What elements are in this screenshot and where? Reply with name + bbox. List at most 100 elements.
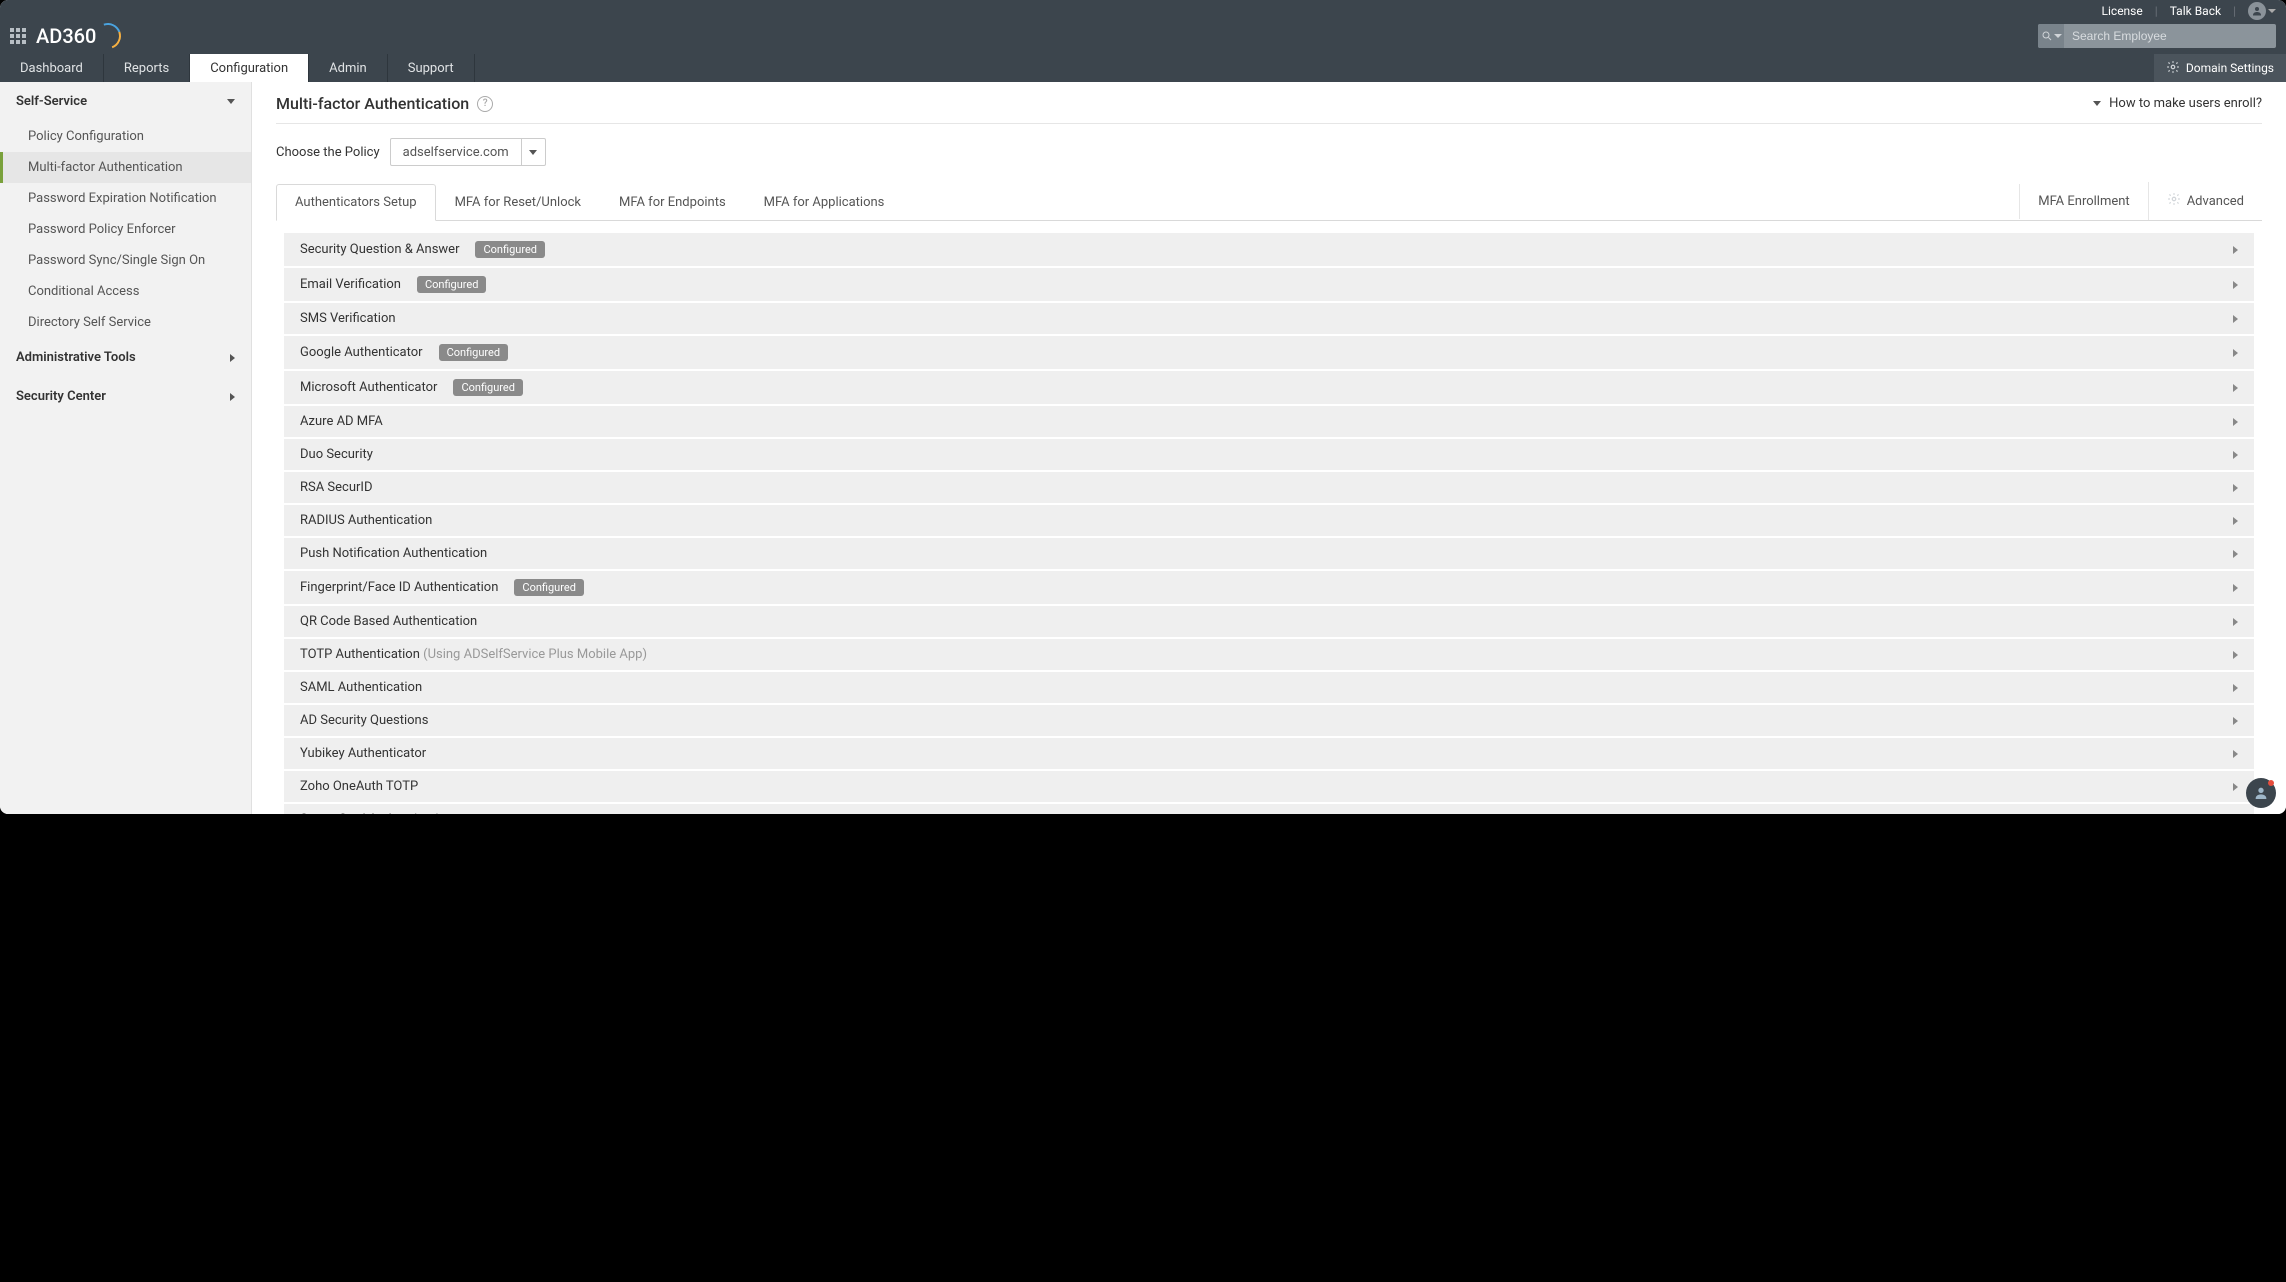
chevron-right-icon [2233,717,2238,725]
authenticator-label: Zoho OneAuth TOTP [300,779,418,794]
search-box[interactable] [2038,24,2276,48]
chevron-right-icon [230,393,235,401]
chevron-down-icon [227,99,235,104]
sidebar-item-policy-configuration[interactable]: Policy Configuration [0,121,251,152]
enroll-help-link[interactable]: How to make users enroll? [2093,96,2262,111]
authenticator-row[interactable]: Smart Card Authentication [284,804,2254,814]
policy-value: adselfservice.com [391,145,521,160]
right-tab-mfa-enrollment[interactable]: MFA Enrollment [2019,184,2147,219]
authenticator-row[interactable]: Duo Security [284,439,2254,470]
authenticator-label: Push Notification Authentication [300,546,487,561]
authenticator-row[interactable]: Push Notification Authentication [284,538,2254,569]
talkback-link[interactable]: Talk Back [2170,4,2221,18]
configured-badge: Configured [514,579,584,596]
authenticator-row[interactable]: SAML Authentication [284,672,2254,703]
sub-tab-mfa-for-applications[interactable]: MFA for Applications [745,184,904,221]
search-input[interactable] [2064,29,2276,43]
sub-tab-authenticators-setup[interactable]: Authenticators Setup [276,184,436,221]
authenticator-row[interactable]: AD Security Questions [284,705,2254,736]
configured-badge: Configured [439,344,509,361]
chevron-down-icon [2268,9,2276,13]
authenticator-row[interactable]: Email Verification Configured [284,268,2254,301]
sidebar-item-multi-factor-authentication[interactable]: Multi-factor Authentication [0,152,251,183]
authenticator-label: AD Security Questions [300,713,428,728]
chevron-down-icon [2054,34,2062,38]
sub-tab-mfa-for-reset-unlock[interactable]: MFA for Reset/Unlock [436,184,600,221]
configured-badge: Configured [417,276,487,293]
domain-settings-button[interactable]: Domain Settings [2154,54,2286,82]
configured-badge: Configured [475,241,545,258]
chevron-right-icon [2233,651,2238,659]
sidebar-section-self-service[interactable]: Self-Service [0,82,251,121]
search-icon[interactable] [2038,24,2064,48]
chevron-right-icon [2233,618,2238,626]
authenticator-row[interactable]: SMS Verification [284,303,2254,334]
authenticator-label: SAML Authentication [300,680,422,695]
app-window: License | Talk Back | AD360 [0,0,2286,814]
sidebar-item-directory-self-service[interactable]: Directory Self Service [0,307,251,338]
authenticator-row[interactable]: Azure AD MFA [284,406,2254,437]
authenticator-row[interactable]: Yubikey Authenticator [284,738,2254,769]
sidebar-section-security-center[interactable]: Security Center [0,377,251,416]
license-link[interactable]: License [2102,4,2143,18]
policy-label: Choose the Policy [276,145,380,160]
nav-tab-reports[interactable]: Reports [104,54,190,82]
sidebar-item-password-expiration-notification[interactable]: Password Expiration Notification [0,183,251,214]
authenticator-row[interactable]: TOTP Authentication (Using ADSelfService… [284,639,2254,670]
authenticator-label: QR Code Based Authentication [300,614,477,629]
nav-tabs: DashboardReportsConfigurationAdminSuppor… [0,54,475,82]
authenticator-row[interactable]: Google Authenticator Configured [284,336,2254,369]
authenticator-row[interactable]: Microsoft AuthenticatorConfigured [284,371,2254,404]
chevron-right-icon [2233,349,2238,357]
page-header: Multi-factor Authentication ? How to mak… [276,94,2262,124]
user-menu[interactable] [2248,2,2276,20]
chevron-right-icon [2233,384,2238,392]
configured-badge: Configured [453,379,523,396]
authenticator-label: SMS Verification [300,311,396,326]
authenticator-label: Smart Card Authentication [300,812,453,814]
sidebar-section-administrative-tools[interactable]: Administrative Tools [0,338,251,377]
authenticator-label: Email Verification [300,277,401,292]
nav-tab-dashboard[interactable]: Dashboard [0,54,104,82]
apps-grid-icon[interactable] [10,28,26,44]
authenticator-label: RADIUS Authentication [300,513,432,528]
domain-settings-label: Domain Settings [2186,61,2274,75]
page-title: Multi-factor Authentication ? [276,94,493,113]
right-tab-advanced[interactable]: Advanced [2148,182,2262,220]
top-header: License | Talk Back | AD360 [0,0,2286,82]
help-icon[interactable]: ? [477,96,493,112]
sub-tab-mfa-for-endpoints[interactable]: MFA for Endpoints [600,184,745,221]
authenticator-row[interactable]: RSA SecurID [284,472,2254,503]
chat-button[interactable] [2246,778,2276,808]
policy-dropdown-button[interactable] [521,139,545,165]
avatar-icon [2248,2,2266,20]
authenticator-row[interactable]: RADIUS Authentication [284,505,2254,536]
nav-tab-configuration[interactable]: Configuration [190,54,309,82]
authenticator-label: RSA SecurID [300,480,373,495]
content: Multi-factor Authentication ? How to mak… [252,82,2286,814]
sidebar-item-conditional-access[interactable]: Conditional Access [0,276,251,307]
chevron-right-icon [230,354,235,362]
sidebar-item-password-policy-enforcer[interactable]: Password Policy Enforcer [0,214,251,245]
brand-left: AD360 [10,23,121,49]
sidebar-item-password-sync-single-sign-on[interactable]: Password Sync/Single Sign On [0,245,251,276]
authenticator-label: Security Question & Answer [300,242,459,257]
chevron-down-icon [529,150,537,155]
authenticator-label: Duo Security [300,447,373,462]
authenticator-label: Azure AD MFA [300,414,383,429]
brand-logo[interactable]: AD360 [36,23,121,49]
authenticator-row[interactable]: Security Question & Answer Configured [284,233,2254,266]
authenticator-row[interactable]: Zoho OneAuth TOTP [284,771,2254,802]
authenticator-label: Google Authenticator [300,345,423,360]
authenticator-label: Fingerprint/Face ID Authentication [300,580,498,595]
policy-select[interactable]: adselfservice.com [390,138,546,166]
authenticator-row[interactable]: Fingerprint/Face ID Authentication Config… [284,571,2254,604]
nav-tab-admin[interactable]: Admin [309,54,388,82]
gear-icon [2166,60,2180,77]
chevron-right-icon [2233,451,2238,459]
nav-tab-support[interactable]: Support [388,54,475,82]
top-bar: License | Talk Back | [0,0,2286,22]
gear-icon [2167,192,2181,210]
chevron-right-icon [2233,517,2238,525]
authenticator-row[interactable]: QR Code Based Authentication [284,606,2254,637]
